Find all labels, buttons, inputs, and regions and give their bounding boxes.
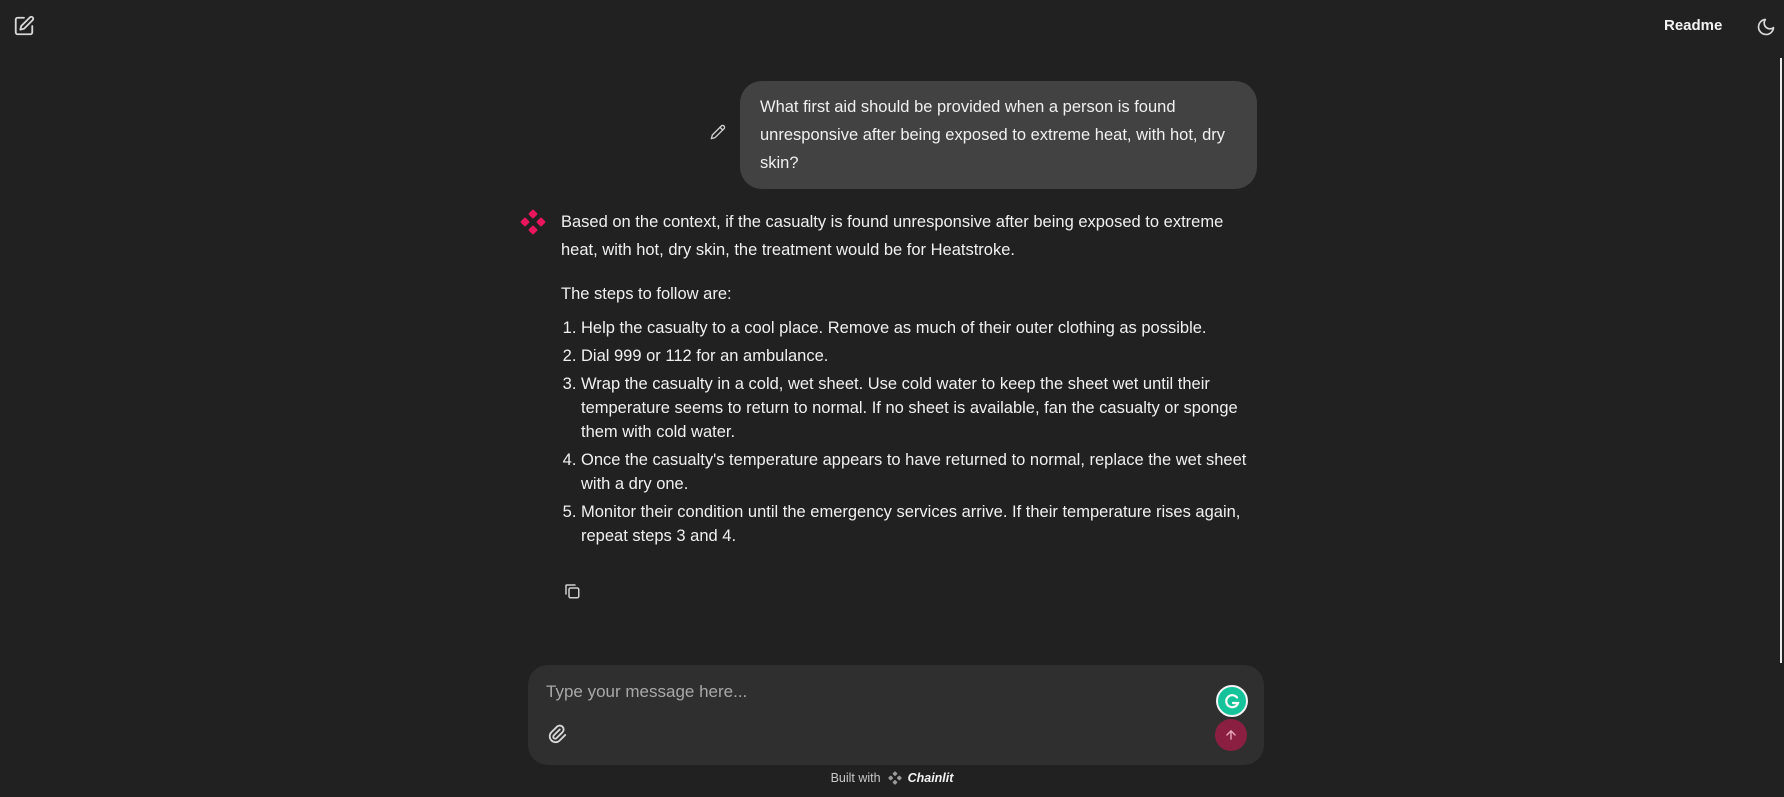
chainlit-small-icon — [888, 771, 902, 785]
scrollbar[interactable] — [1780, 58, 1782, 663]
list-item: Wrap the casualty in a cold, wet sheet. … — [581, 372, 1261, 444]
chainlit-logo-icon — [520, 209, 546, 235]
footer: Built with Chainlit — [0, 771, 1784, 785]
paperclip-icon[interactable] — [546, 723, 568, 745]
chainlit-link[interactable]: Chainlit — [908, 771, 954, 785]
readme-button[interactable]: Readme — [1664, 17, 1722, 34]
moon-icon[interactable] — [1756, 17, 1776, 37]
message-composer — [528, 665, 1264, 765]
pencil-icon[interactable] — [710, 124, 726, 140]
arrow-up-icon — [1226, 730, 1236, 740]
built-with-label: Built with — [830, 771, 881, 785]
send-button[interactable] — [1215, 719, 1247, 751]
top-bar: Readme — [0, 0, 1784, 54]
list-item: Once the casualty's temperature appears … — [581, 448, 1261, 496]
list-item: Help the casualty to a cool place. Remov… — [581, 316, 1261, 340]
new-chat-icon[interactable] — [13, 15, 35, 37]
list-item: Dial 999 or 112 for an ambulance. — [581, 344, 1261, 368]
copy-icon[interactable] — [563, 582, 583, 602]
steps-heading: The steps to follow are: — [561, 285, 732, 303]
message-input[interactable] — [544, 677, 1198, 707]
steps-list: Help the casualty to a cool place. Remov… — [561, 316, 1261, 548]
assistant-message: Based on the context, if the casualty is… — [561, 208, 1261, 552]
user-message-bubble: What first aid should be provided when a… — [740, 81, 1257, 189]
assistant-intro: Based on the context, if the casualty is… — [561, 213, 1224, 259]
grammarly-icon[interactable] — [1216, 685, 1248, 717]
list-item: Monitor their condition until the emerge… — [581, 500, 1261, 548]
